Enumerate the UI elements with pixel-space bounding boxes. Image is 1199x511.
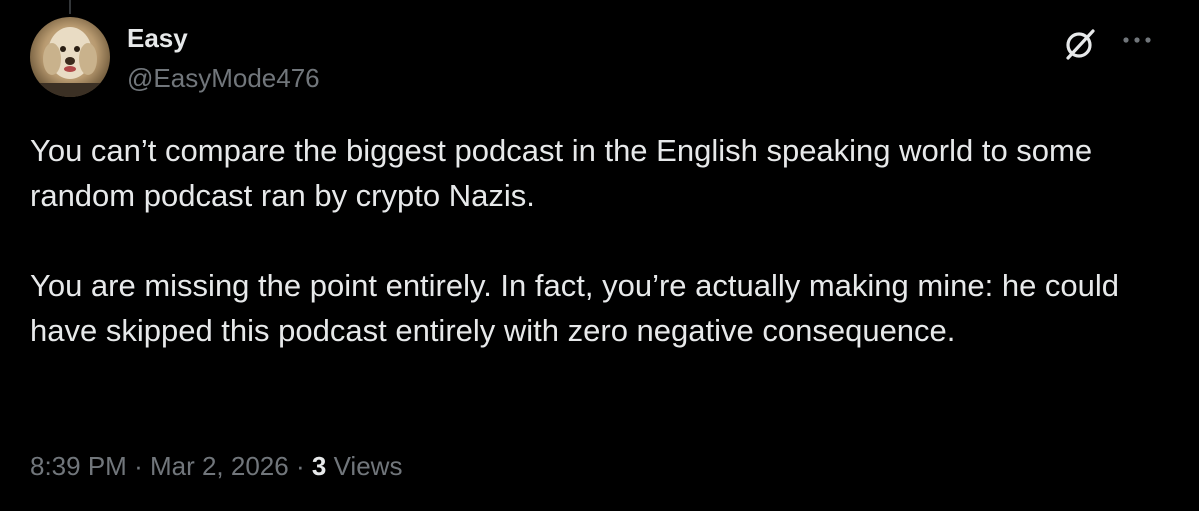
author-handle[interactable]: @EasyMode476	[127, 62, 320, 94]
tweet-date[interactable]: Mar 2, 2026	[150, 451, 289, 481]
tweet-time[interactable]: 8:39 PM	[30, 451, 127, 481]
meta-separator: ·	[295, 451, 305, 481]
tweet-text: You can’t compare the biggest podcast in…	[30, 128, 1160, 353]
thread-connector-line	[69, 0, 71, 14]
views-count[interactable]: 3	[312, 451, 326, 481]
avatar[interactable]	[30, 17, 110, 97]
author-display-name[interactable]: Easy	[127, 22, 188, 54]
dog-avatar-image	[30, 27, 110, 97]
views-label[interactable]: Views	[334, 451, 403, 481]
more-options-icon[interactable]	[1117, 26, 1157, 54]
tweet-paragraph: You are missing the point entirely. In f…	[30, 268, 1128, 348]
meta-separator: ·	[134, 451, 143, 481]
grok-icon[interactable]	[1060, 24, 1100, 64]
tweet-metadata: 8:39 PM · Mar 2, 2026 · 3 Views	[30, 450, 402, 482]
tweet-paragraph: You can’t compare the biggest podcast in…	[30, 133, 1101, 213]
